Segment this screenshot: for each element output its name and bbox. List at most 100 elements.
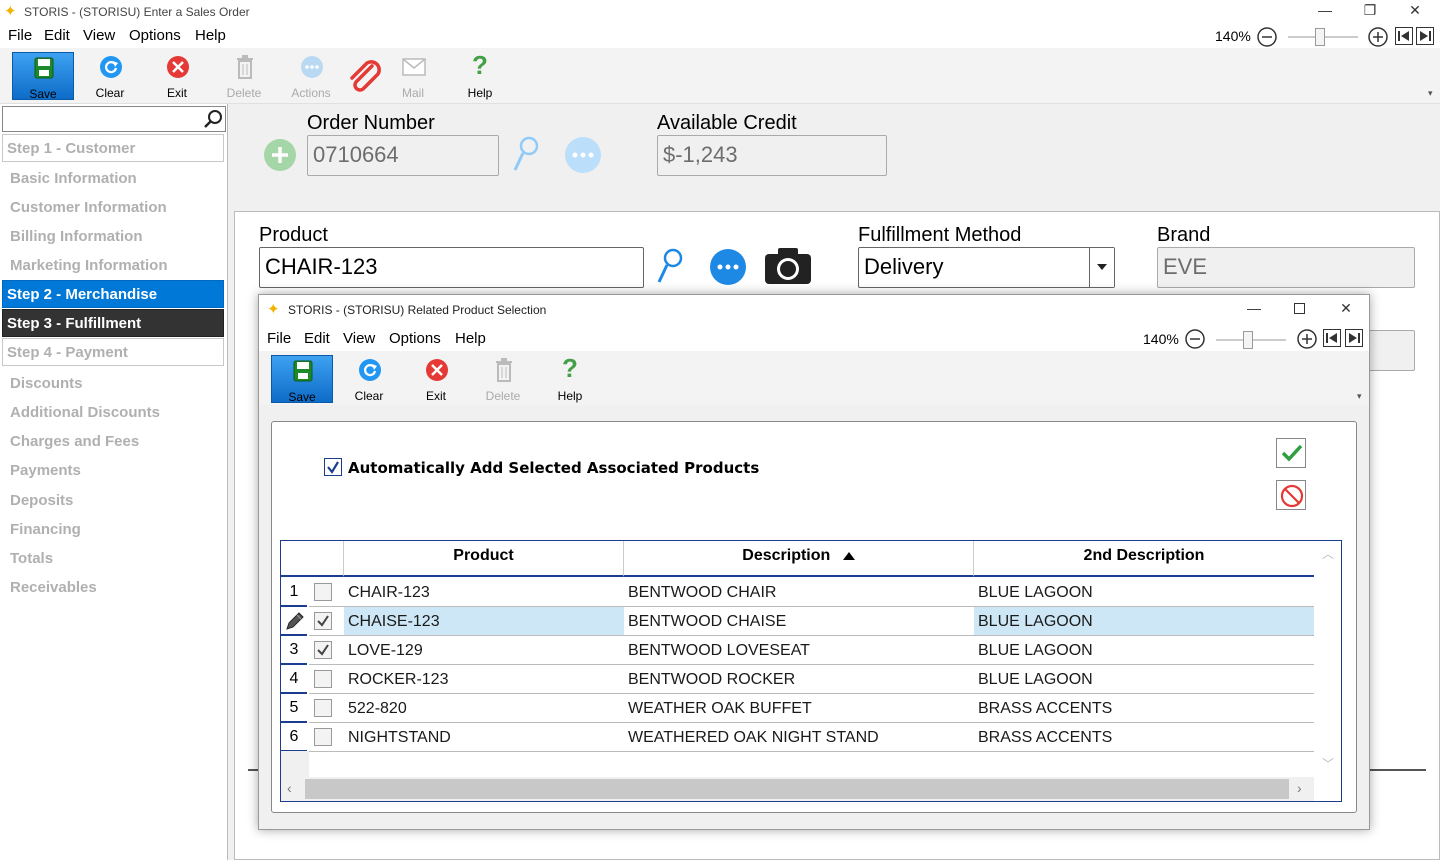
scroll-right-icon[interactable]: ›: [1297, 780, 1302, 796]
help-button[interactable]: ? Help: [449, 50, 511, 100]
product-cell[interactable]: NIGHTSTAND: [344, 723, 624, 752]
dialog-delete-button[interactable]: Delete: [472, 355, 534, 403]
product-cell[interactable]: LOVE-129: [344, 636, 624, 665]
sidebar-item-totals[interactable]: Totals: [2, 544, 224, 573]
second-description-cell[interactable]: BLUE LAGOON: [974, 636, 1314, 665]
second-description-cell[interactable]: BLUE LAGOON: [974, 665, 1314, 694]
row-header[interactable]: [281, 607, 307, 636]
dialog-last-page-icon[interactable]: [1345, 329, 1363, 347]
close-button[interactable]: ✕: [1400, 2, 1430, 19]
sidebar-item-additional-discounts[interactable]: Additional Discounts: [2, 398, 224, 427]
actions-button[interactable]: Actions: [280, 52, 342, 100]
product-cell[interactable]: 522-820: [344, 694, 624, 723]
save-button[interactable]: Save: [12, 52, 74, 101]
mail-button[interactable]: Mail: [382, 52, 444, 100]
last-page-icon[interactable]: [1416, 27, 1434, 45]
product-cell[interactable]: ROCKER-123: [344, 665, 624, 694]
dialog-maximize-button[interactable]: [1294, 303, 1305, 314]
description-cell[interactable]: BENTWOOD ROCKER: [624, 665, 974, 694]
dialog-save-button[interactable]: Save: [271, 355, 333, 404]
sidebar-step-customer[interactable]: Step 1 - Customer: [2, 134, 224, 162]
product-actions-icon[interactable]: [709, 248, 747, 286]
dropdown-arrow-button[interactable]: [1089, 248, 1114, 287]
menu-view[interactable]: View: [83, 27, 115, 44]
dialog-zoom-in-icon[interactable]: [1296, 328, 1318, 350]
dialog-menu-options[interactable]: Options: [389, 330, 441, 347]
menu-help[interactable]: Help: [195, 27, 226, 44]
dialog-toolbar-overflow-icon[interactable]: ▾: [1357, 391, 1362, 402]
sidebar-item-receivables[interactable]: Receivables: [2, 573, 224, 602]
sidebar-step-payment[interactable]: Step 4 - Payment: [2, 338, 224, 366]
dialog-menu-view[interactable]: View: [343, 330, 375, 347]
description-cell[interactable]: BENTWOOD CHAIR: [624, 578, 974, 607]
scroll-up-icon[interactable]: ︿: [1322, 545, 1334, 562]
dialog-menu-edit[interactable]: Edit: [304, 330, 330, 347]
description-cell[interactable]: BENTWOOD CHAISE: [624, 607, 974, 636]
row-select-checkbox[interactable]: [314, 728, 332, 746]
row-select-checkbox[interactable]: [314, 670, 332, 688]
clear-button[interactable]: Clear: [79, 52, 141, 100]
description-cell[interactable]: WEATHERED OAK NIGHT STAND: [624, 723, 974, 752]
scroll-left-icon[interactable]: ‹: [287, 780, 292, 796]
dialog-help-button[interactable]: ? Help: [539, 353, 601, 403]
dialog-clear-button[interactable]: Clear: [338, 355, 400, 403]
dialog-menu-help[interactable]: Help: [455, 330, 486, 347]
paperclip-icon[interactable]: [344, 56, 384, 96]
zoom-in-icon[interactable]: [1367, 26, 1389, 48]
sidebar-item-discounts[interactable]: Discounts: [2, 369, 224, 398]
camera-icon[interactable]: [764, 246, 812, 286]
sidebar-item-financing[interactable]: Financing: [2, 515, 224, 544]
product-input[interactable]: CHAIR-123: [259, 247, 644, 288]
column-header-description[interactable]: Description: [624, 541, 974, 577]
sidebar-item-billing-information[interactable]: Billing Information: [2, 222, 224, 251]
toolbar-overflow-icon[interactable]: ▾: [1428, 88, 1433, 99]
row-select-checkbox[interactable]: [314, 641, 332, 659]
sidebar-item-deposits[interactable]: Deposits: [2, 486, 224, 515]
order-search-icon[interactable]: [512, 136, 540, 174]
minimize-button[interactable]: —: [1310, 2, 1340, 18]
sidebar-item-marketing-information[interactable]: Marketing Information: [2, 251, 224, 280]
description-cell[interactable]: BENTWOOD LOVESEAT: [624, 636, 974, 665]
vertical-scrollbar[interactable]: ︿ ﹀: [1314, 541, 1341, 801]
description-cell[interactable]: WEATHER OAK BUFFET: [624, 694, 974, 723]
sidebar-step-merchandise[interactable]: Step 2 - Merchandise: [2, 280, 224, 308]
auto-add-label[interactable]: Automatically Add Selected Associated Pr…: [348, 459, 759, 477]
product-cell[interactable]: CHAIR-123: [344, 578, 624, 607]
delete-button[interactable]: Delete: [213, 52, 275, 100]
cancel-button[interactable]: [1276, 480, 1306, 510]
dialog-exit-button[interactable]: Exit: [405, 355, 467, 403]
product-cell[interactable]: CHAISE-123: [344, 607, 624, 636]
sidebar-search-input[interactable]: [2, 106, 226, 132]
fulfillment-method-select[interactable]: Delivery: [858, 247, 1115, 288]
menu-edit[interactable]: Edit: [44, 27, 70, 44]
zoom-out-icon[interactable]: [1256, 26, 1278, 48]
horizontal-scrollbar[interactable]: ‹ ›: [281, 777, 1314, 801]
row-header[interactable]: 4: [281, 665, 307, 694]
sidebar-item-payments[interactable]: Payments: [2, 456, 224, 485]
row-header[interactable]: 5: [281, 694, 307, 723]
second-description-cell[interactable]: BLUE LAGOON: [974, 607, 1314, 636]
zoom-slider-thumb[interactable]: [1315, 28, 1325, 46]
dialog-minimize-button[interactable]: —: [1239, 300, 1269, 316]
exit-button[interactable]: Exit: [146, 52, 208, 100]
restore-button[interactable]: ❐: [1355, 2, 1385, 19]
menu-file[interactable]: File: [8, 27, 32, 44]
first-page-icon[interactable]: [1395, 27, 1413, 45]
dialog-zoom-out-icon[interactable]: [1184, 328, 1206, 350]
scroll-down-icon[interactable]: ﹀: [1322, 755, 1334, 772]
add-order-icon[interactable]: [263, 138, 297, 172]
dialog-first-page-icon[interactable]: [1323, 329, 1341, 347]
sidebar-item-charges-and-fees[interactable]: Charges and Fees: [2, 427, 224, 456]
product-search-icon[interactable]: [656, 248, 684, 286]
row-header[interactable]: 6: [281, 723, 307, 752]
dialog-zoom-slider-thumb[interactable]: [1243, 331, 1253, 349]
row-header[interactable]: 3: [281, 636, 307, 665]
horizontal-scroll-thumb[interactable]: [305, 779, 1289, 799]
row-select-checkbox[interactable]: [314, 612, 332, 630]
column-header-2nd-description[interactable]: 2nd Description: [974, 541, 1314, 577]
second-description-cell[interactable]: BLUE LAGOON: [974, 578, 1314, 607]
second-description-cell[interactable]: BRASS ACCENTS: [974, 694, 1314, 723]
menu-options[interactable]: Options: [129, 27, 181, 44]
sidebar-step-fulfillment[interactable]: Step 3 - Fulfillment: [2, 309, 224, 337]
auto-add-checkbox[interactable]: [324, 458, 342, 476]
